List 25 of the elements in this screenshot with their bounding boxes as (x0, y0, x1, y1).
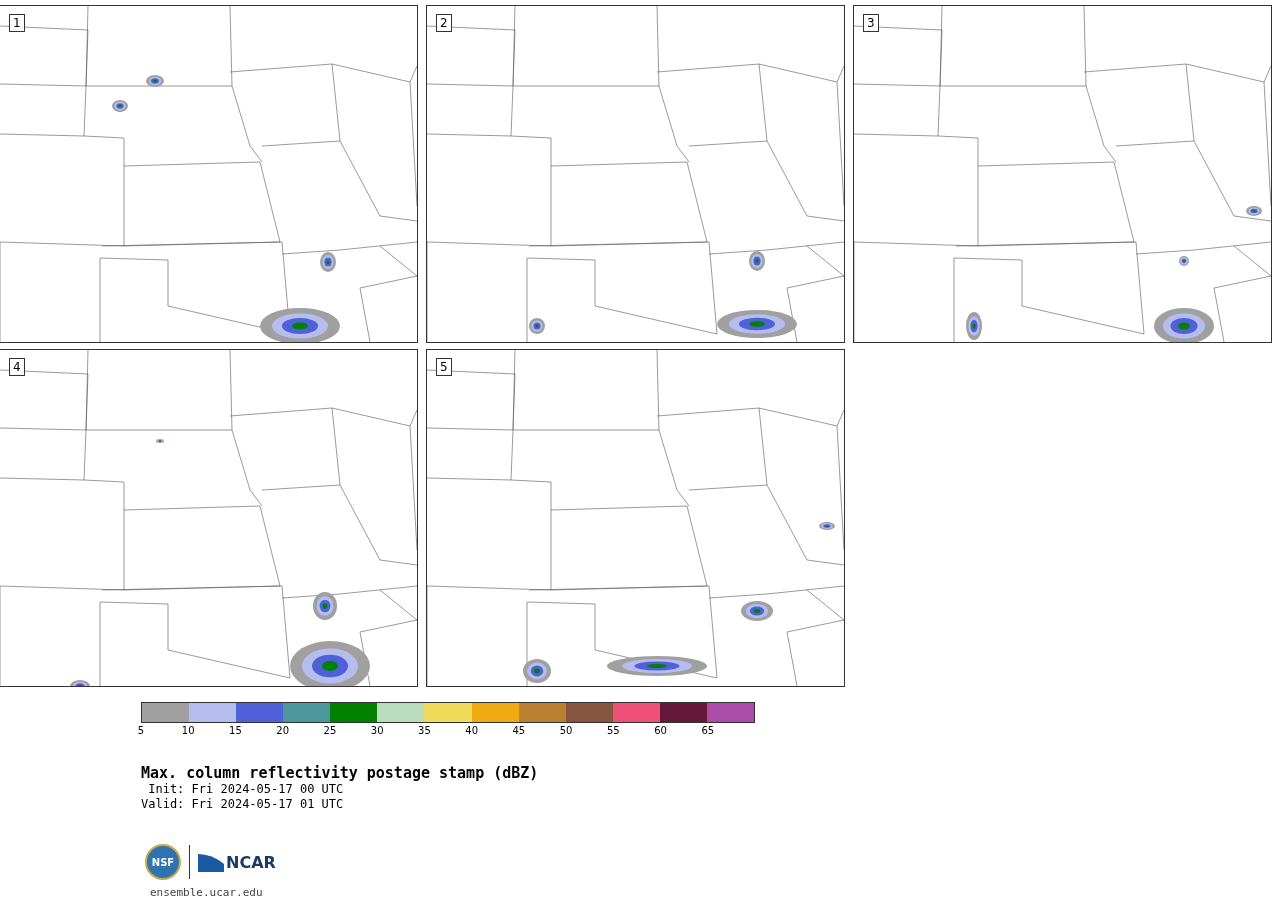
scale-tick-label: 40 (465, 725, 478, 736)
wave-logo-icon (198, 852, 224, 872)
panel-number: 2 (436, 14, 452, 32)
scale-tick-label: 55 (607, 725, 620, 736)
scale-tick-label: 65 (701, 725, 715, 736)
init-time: Init: Fri 2024-05-17 00 UTC (147, 782, 345, 797)
scale-tick-label: 60 (654, 725, 667, 736)
scale-tick-label: 10 (181, 725, 195, 736)
website-url: ensemble.ucar.edu (150, 886, 264, 899)
scale-tick-label: 30 (370, 725, 384, 736)
scale-tick-label: 35 (418, 725, 431, 736)
panel-number: 5 (436, 358, 452, 376)
seal-logo: NSF (145, 844, 181, 880)
panel-number: 3 (863, 14, 879, 32)
chart-title: Max. column reflectivity postage stamp (dBZ) (141, 764, 540, 782)
valid-time: Valid: Fri 2024-05-17 01 UTC (141, 797, 345, 812)
scale-tick-label: 15 (229, 725, 242, 736)
scale-tick-label: 25 (323, 725, 337, 736)
scale-tick-label: 45 (512, 725, 526, 736)
logo-wordmark: NCAR (226, 852, 276, 872)
scale-tick-label: 5 (137, 725, 145, 736)
scale-tick-label: 20 (276, 725, 290, 736)
panel-number: 1 (9, 14, 25, 32)
panel-number: 4 (9, 358, 25, 376)
scale-tick-label: 50 (559, 725, 573, 736)
